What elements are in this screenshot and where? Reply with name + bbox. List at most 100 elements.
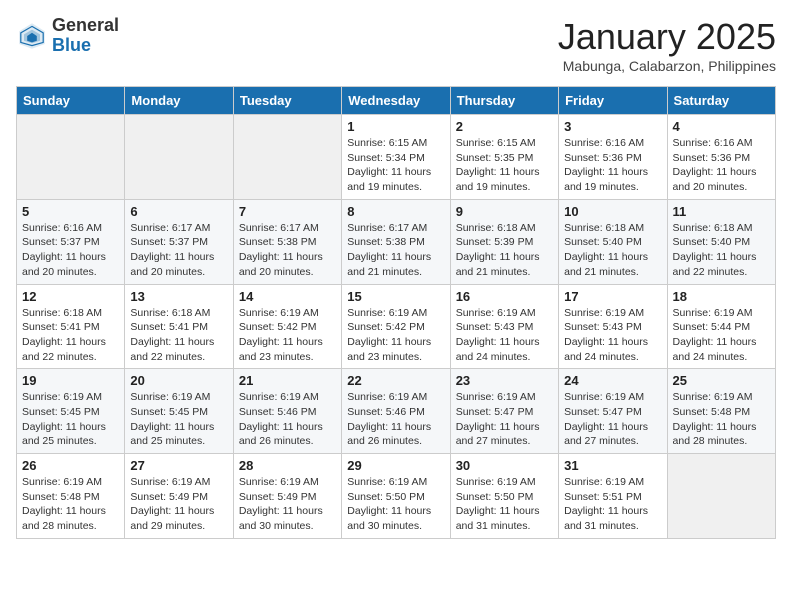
- calendar-day-cell: 3 Sunrise: 6:16 AM Sunset: 5:36 PM Daylig…: [559, 115, 667, 200]
- day-info: Sunrise: 6:19 AM Sunset: 5:42 PM Dayligh…: [347, 306, 444, 365]
- calendar-week-row: 1 Sunrise: 6:15 AM Sunset: 5:34 PM Daylig…: [17, 115, 776, 200]
- calendar-day-cell: 17 Sunrise: 6:19 AM Sunset: 5:43 PM Dayli…: [559, 284, 667, 369]
- calendar-day-cell: [125, 115, 233, 200]
- calendar-day-cell: 27 Sunrise: 6:19 AM Sunset: 5:49 PM Dayli…: [125, 454, 233, 539]
- calendar-day-cell: 24Sunrise: 6:19 AM Sunset: 5:47 PM Dayli…: [559, 369, 667, 454]
- calendar-week-row: 19 Sunrise: 6:19 AM Sunset: 5:45 PM Dayli…: [17, 369, 776, 454]
- day-number: 16: [456, 289, 553, 304]
- calendar-day-cell: 15 Sunrise: 6:19 AM Sunset: 5:42 PM Dayli…: [342, 284, 450, 369]
- calendar-day-cell: 18Sunrise: 6:19 AM Sunset: 5:44 PM Dayli…: [667, 284, 775, 369]
- calendar-day-cell: [17, 115, 125, 200]
- day-number: 27: [130, 458, 227, 473]
- calendar-day-cell: 11 Sunrise: 6:18 AM Sunset: 5:40 PM Dayli…: [667, 199, 775, 284]
- calendar-day-cell: 26 Sunrise: 6:19 AM Sunset: 5:48 PM Dayli…: [17, 454, 125, 539]
- calendar-day-cell: 10 Sunrise: 6:18 AM Sunset: 5:40 PM Dayli…: [559, 199, 667, 284]
- day-number: 2: [456, 119, 553, 134]
- weekday-header: Friday: [559, 87, 667, 115]
- calendar-day-cell: 28 Sunrise: 6:19 AM Sunset: 5:49 PM Dayli…: [233, 454, 341, 539]
- weekday-header: Wednesday: [342, 87, 450, 115]
- day-info: Sunrise: 6:18 AM Sunset: 5:39 PM Dayligh…: [456, 221, 553, 280]
- day-number: 3: [564, 119, 661, 134]
- weekday-header: Saturday: [667, 87, 775, 115]
- day-info: Sunrise: 6:17 AM Sunset: 5:37 PM Dayligh…: [130, 221, 227, 280]
- day-number: 24: [564, 373, 661, 388]
- weekday-header: Thursday: [450, 87, 558, 115]
- day-number: 6: [130, 204, 227, 219]
- calendar-day-cell: 20 Sunrise: 6:19 AM Sunset: 5:45 PM Dayli…: [125, 369, 233, 454]
- day-number: 8: [347, 204, 444, 219]
- day-number: 28: [239, 458, 336, 473]
- day-number: 10: [564, 204, 661, 219]
- day-number: 12: [22, 289, 119, 304]
- day-info: Sunrise: 6:19 AM Sunset: 5:50 PM Dayligh…: [456, 475, 553, 534]
- day-info: Sunrise: 6:19 AM Sunset: 5:48 PM Dayligh…: [673, 390, 770, 449]
- day-info: Sunrise: 6:19 AM Sunset: 5:49 PM Dayligh…: [239, 475, 336, 534]
- calendar-day-cell: 12Sunrise: 6:18 AM Sunset: 5:41 PM Dayli…: [17, 284, 125, 369]
- day-number: 5: [22, 204, 119, 219]
- day-info: Sunrise: 6:17 AM Sunset: 5:38 PM Dayligh…: [239, 221, 336, 280]
- day-number: 11: [673, 204, 770, 219]
- logo-general-text: General: [52, 16, 119, 36]
- day-number: 19: [22, 373, 119, 388]
- day-info: Sunrise: 6:19 AM Sunset: 5:43 PM Dayligh…: [564, 306, 661, 365]
- calendar-day-cell: 23 Sunrise: 6:19 AM Sunset: 5:47 PM Dayli…: [450, 369, 558, 454]
- day-info: Sunrise: 6:18 AM Sunset: 5:40 PM Dayligh…: [673, 221, 770, 280]
- day-info: Sunrise: 6:16 AM Sunset: 5:36 PM Dayligh…: [564, 136, 661, 195]
- day-number: 22: [347, 373, 444, 388]
- logo: General Blue: [16, 16, 119, 56]
- logo-text: General Blue: [52, 16, 119, 56]
- day-info: Sunrise: 6:15 AM Sunset: 5:35 PM Dayligh…: [456, 136, 553, 195]
- day-number: 17: [564, 289, 661, 304]
- calendar-day-cell: 29Sunrise: 6:19 AM Sunset: 5:50 PM Dayli…: [342, 454, 450, 539]
- day-info: Sunrise: 6:19 AM Sunset: 5:47 PM Dayligh…: [456, 390, 553, 449]
- calendar-day-cell: 13Sunrise: 6:18 AM Sunset: 5:41 PM Dayli…: [125, 284, 233, 369]
- day-number: 9: [456, 204, 553, 219]
- calendar-day-cell: 8Sunrise: 6:17 AM Sunset: 5:38 PM Daylig…: [342, 199, 450, 284]
- day-number: 15: [347, 289, 444, 304]
- day-info: Sunrise: 6:19 AM Sunset: 5:45 PM Dayligh…: [130, 390, 227, 449]
- calendar-day-cell: 31 Sunrise: 6:19 AM Sunset: 5:51 PM Dayli…: [559, 454, 667, 539]
- day-number: 14: [239, 289, 336, 304]
- calendar-week-row: 5Sunrise: 6:16 AM Sunset: 5:37 PM Daylig…: [17, 199, 776, 284]
- calendar-day-cell: 1 Sunrise: 6:15 AM Sunset: 5:34 PM Daylig…: [342, 115, 450, 200]
- calendar-week-row: 12 Sunrise: 6:18 AM Sunset: 5:41 PM Dayli…: [17, 284, 776, 369]
- day-number: 1: [347, 119, 444, 134]
- day-number: 31: [564, 458, 661, 473]
- calendar-day-cell: 9 Sunrise: 6:18 AM Sunset: 5:39 PM Daylig…: [450, 199, 558, 284]
- logo-icon: [16, 20, 48, 52]
- calendar-day-cell: 5Sunrise: 6:16 AM Sunset: 5:37 PM Daylig…: [17, 199, 125, 284]
- day-info: Sunrise: 6:18 AM Sunset: 5:40 PM Dayligh…: [564, 221, 661, 280]
- day-number: 23: [456, 373, 553, 388]
- day-info: Sunrise: 6:19 AM Sunset: 5:46 PM Dayligh…: [239, 390, 336, 449]
- day-info: Sunrise: 6:16 AM Sunset: 5:36 PM Dayligh…: [673, 136, 770, 195]
- day-info: Sunrise: 6:19 AM Sunset: 5:51 PM Dayligh…: [564, 475, 661, 534]
- calendar-week-row: 26 Sunrise: 6:19 AM Sunset: 5:48 PM Dayli…: [17, 454, 776, 539]
- day-info: Sunrise: 6:15 AM Sunset: 5:34 PM Dayligh…: [347, 136, 444, 195]
- day-info: Sunrise: 6:19 AM Sunset: 5:46 PM Dayligh…: [347, 390, 444, 449]
- calendar-day-cell: 19Sunrise: 6:19 AM Sunset: 5:45 PM Dayli…: [17, 369, 125, 454]
- day-number: 4: [673, 119, 770, 134]
- calendar-day-cell: 7 Sunrise: 6:17 AM Sunset: 5:38 PM Daylig…: [233, 199, 341, 284]
- weekday-header: Sunday: [17, 87, 125, 115]
- calendar-day-cell: 2 Sunrise: 6:15 AM Sunset: 5:35 PM Daylig…: [450, 115, 558, 200]
- weekday-header: Monday: [125, 87, 233, 115]
- day-info: Sunrise: 6:19 AM Sunset: 5:49 PM Dayligh…: [130, 475, 227, 534]
- calendar-day-cell: [667, 454, 775, 539]
- calendar-day-cell: 14Sunrise: 6:19 AM Sunset: 5:42 PM Dayli…: [233, 284, 341, 369]
- calendar-day-cell: 4 Sunrise: 6:16 AM Sunset: 5:36 PM Daylig…: [667, 115, 775, 200]
- day-number: 20: [130, 373, 227, 388]
- weekday-header: Tuesday: [233, 87, 341, 115]
- day-number: 18: [673, 289, 770, 304]
- day-number: 26: [22, 458, 119, 473]
- day-number: 21: [239, 373, 336, 388]
- logo-blue-text: Blue: [52, 36, 119, 56]
- day-number: 7: [239, 204, 336, 219]
- calendar-day-cell: [233, 115, 341, 200]
- day-number: 25: [673, 373, 770, 388]
- calendar-day-cell: 6 Sunrise: 6:17 AM Sunset: 5:37 PM Daylig…: [125, 199, 233, 284]
- day-info: Sunrise: 6:18 AM Sunset: 5:41 PM Dayligh…: [130, 306, 227, 365]
- calendar-day-cell: 25 Sunrise: 6:19 AM Sunset: 5:48 PM Dayli…: [667, 369, 775, 454]
- calendar-day-cell: 16Sunrise: 6:19 AM Sunset: 5:43 PM Dayli…: [450, 284, 558, 369]
- day-info: Sunrise: 6:19 AM Sunset: 5:48 PM Dayligh…: [22, 475, 119, 534]
- page-header: General Blue January 2025 Mabunga, Calab…: [16, 16, 776, 74]
